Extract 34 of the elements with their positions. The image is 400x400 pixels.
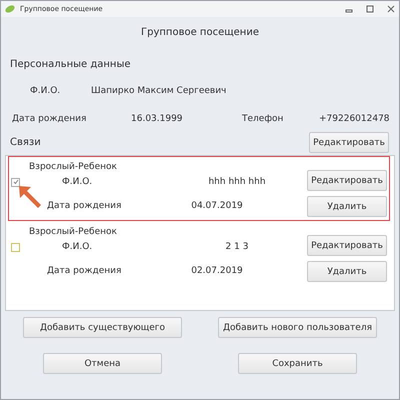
field-label: Ф.И.О. (62, 177, 94, 187)
field-value: 2 1 3 (224, 242, 250, 252)
delete-button[interactable]: Удалить (307, 261, 387, 282)
field-label: Ф.И.О. (30, 86, 62, 96)
field-value: 16.03.1999 (131, 114, 184, 124)
checkbox[interactable] (11, 242, 20, 252)
field-value: 02.07.2019 (190, 266, 244, 276)
arrow-icon (17, 184, 43, 210)
close-icon[interactable] (387, 5, 395, 13)
field-label: Дата рождения (47, 201, 122, 211)
field-label: Телефон (242, 114, 284, 124)
checkbox[interactable] (11, 178, 20, 186)
edit-button[interactable]: Редактировать (309, 132, 389, 153)
field-label: Дата рождения (47, 266, 122, 276)
field-value: hhh hhh hhh (207, 177, 267, 187)
app-icon (5, 5, 15, 13)
section-title: Персональные данные (10, 59, 131, 70)
field-value: Шапирко Максим Сергеевич (91, 86, 226, 96)
link-category: Взрослый-Ребенок (29, 162, 117, 172)
link-category: Взрослый-Ребенок (29, 227, 117, 237)
field-value: +79226012478 (319, 114, 390, 124)
form-heading: Групповое посещение (141, 27, 259, 38)
edit-button[interactable]: Редактировать (307, 170, 387, 191)
field-label: Ф.И.О. (62, 242, 94, 252)
maximize-icon[interactable] (366, 5, 374, 13)
save-button[interactable]: Сохранить (238, 353, 357, 374)
edit-button[interactable]: Редактировать (307, 235, 387, 256)
cancel-button[interactable]: Отмена (43, 353, 162, 374)
field-value: 04.07.2019 (190, 201, 244, 211)
add-new-user-button[interactable]: Добавить нового пользователя (218, 317, 377, 338)
delete-button[interactable]: Удалить (307, 196, 387, 217)
section-title: Связи (10, 137, 41, 148)
field-label: Дата рождения (12, 114, 88, 124)
add-existing-button[interactable]: Добавить существующего (23, 317, 182, 338)
